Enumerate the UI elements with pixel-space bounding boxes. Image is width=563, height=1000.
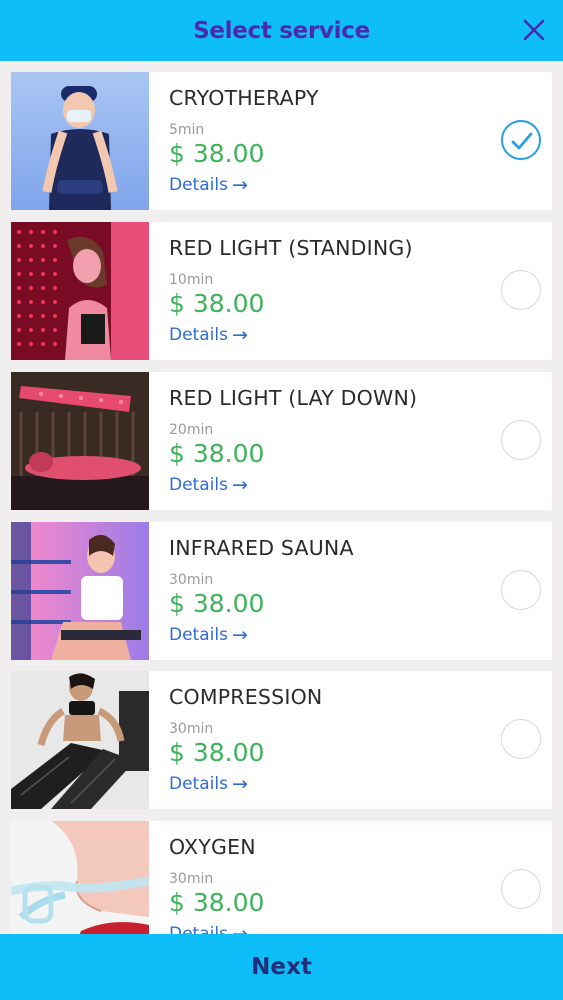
red-light-lay-down-photo (11, 372, 149, 510)
service-name: RED LIGHT (LAY DOWN) (169, 386, 418, 410)
service-price: $ 38.00 (169, 439, 265, 468)
details-link-label: Details (169, 175, 228, 195)
service-price: $ 38.00 (169, 738, 265, 767)
details-link-label: Details (169, 774, 228, 794)
arrow-right-icon: → (231, 324, 248, 346)
compression-photo (11, 671, 149, 809)
details-link-label: Details (169, 924, 228, 934)
service-duration: 20min (169, 422, 214, 438)
select-radio[interactable] (501, 869, 541, 909)
service-name: OXYGEN (169, 835, 256, 859)
arrow-right-icon: → (231, 174, 248, 196)
details-link-label: Details (169, 325, 228, 345)
arrow-right-icon: → (231, 773, 248, 795)
select-radio[interactable] (501, 570, 541, 610)
select-radio-checked[interactable] (501, 120, 541, 160)
arrow-right-icon: → (231, 474, 248, 496)
service-duration: 30min (169, 572, 214, 588)
select-radio[interactable] (501, 270, 541, 310)
service-duration: 10min (169, 272, 214, 288)
checkmark-icon (511, 132, 533, 150)
service-card-infrared-sauna[interactable]: INFRARED SAUNA 30min $ 38.00 Details → (11, 522, 552, 660)
page-title: Select service (193, 17, 370, 44)
details-link-label: Details (169, 625, 228, 645)
service-card-cryotherapy[interactable]: CRYOTHERAPY 5min $ 38.00 Details → (11, 72, 552, 210)
details-link[interactable]: Details → (169, 173, 248, 197)
oxygen-photo (11, 821, 149, 934)
service-card-oxygen[interactable]: OXYGEN 30min $ 38.00 Details → (11, 821, 552, 934)
select-radio[interactable] (501, 719, 541, 759)
details-link[interactable]: Details → (169, 623, 248, 647)
service-price: $ 38.00 (169, 289, 265, 318)
service-price: $ 38.00 (169, 139, 265, 168)
service-info: RED LIGHT (LAY DOWN) 20min $ 38.00 Detai… (149, 372, 552, 510)
arrow-right-icon: → (231, 923, 248, 934)
service-card-red-light-lay-down[interactable]: RED LIGHT (LAY DOWN) 20min $ 38.00 Detai… (11, 372, 552, 510)
service-name: COMPRESSION (169, 685, 323, 709)
red-light-standing-photo (11, 222, 149, 360)
service-card-red-light-standing[interactable]: RED LIGHT (STANDING) 10min $ 38.00 Detai… (11, 222, 552, 360)
service-info: COMPRESSION 30min $ 38.00 Details → (149, 671, 552, 809)
details-link[interactable]: Details → (169, 473, 248, 497)
service-name: CRYOTHERAPY (169, 86, 319, 110)
next-button[interactable]: Next (0, 934, 563, 1000)
service-info: OXYGEN 30min $ 38.00 Details → (149, 821, 552, 934)
service-name: RED LIGHT (STANDING) (169, 236, 413, 260)
infrared-sauna-photo (11, 522, 149, 660)
service-card-compression[interactable]: COMPRESSION 30min $ 38.00 Details → (11, 671, 552, 809)
next-button-label: Next (251, 954, 312, 980)
details-link[interactable]: Details → (169, 922, 248, 934)
service-list[interactable]: CRYOTHERAPY 5min $ 38.00 Details → RED L… (0, 61, 563, 934)
service-name: INFRARED SAUNA (169, 536, 354, 560)
service-info: CRYOTHERAPY 5min $ 38.00 Details → (149, 72, 552, 210)
service-info: INFRARED SAUNA 30min $ 38.00 Details → (149, 522, 552, 660)
details-link[interactable]: Details → (169, 772, 248, 796)
service-price: $ 38.00 (169, 589, 265, 618)
service-duration: 30min (169, 721, 214, 737)
service-duration: 5min (169, 122, 205, 138)
details-link[interactable]: Details → (169, 323, 248, 347)
details-link-label: Details (169, 475, 228, 495)
service-duration: 30min (169, 871, 214, 887)
header-bar: Select service (0, 0, 563, 61)
select-radio[interactable] (501, 420, 541, 460)
service-price: $ 38.00 (169, 888, 265, 917)
service-info: RED LIGHT (STANDING) 10min $ 38.00 Detai… (149, 222, 552, 360)
arrow-right-icon: → (231, 624, 248, 646)
cryotherapy-photo (11, 72, 149, 210)
close-icon[interactable] (521, 17, 547, 43)
